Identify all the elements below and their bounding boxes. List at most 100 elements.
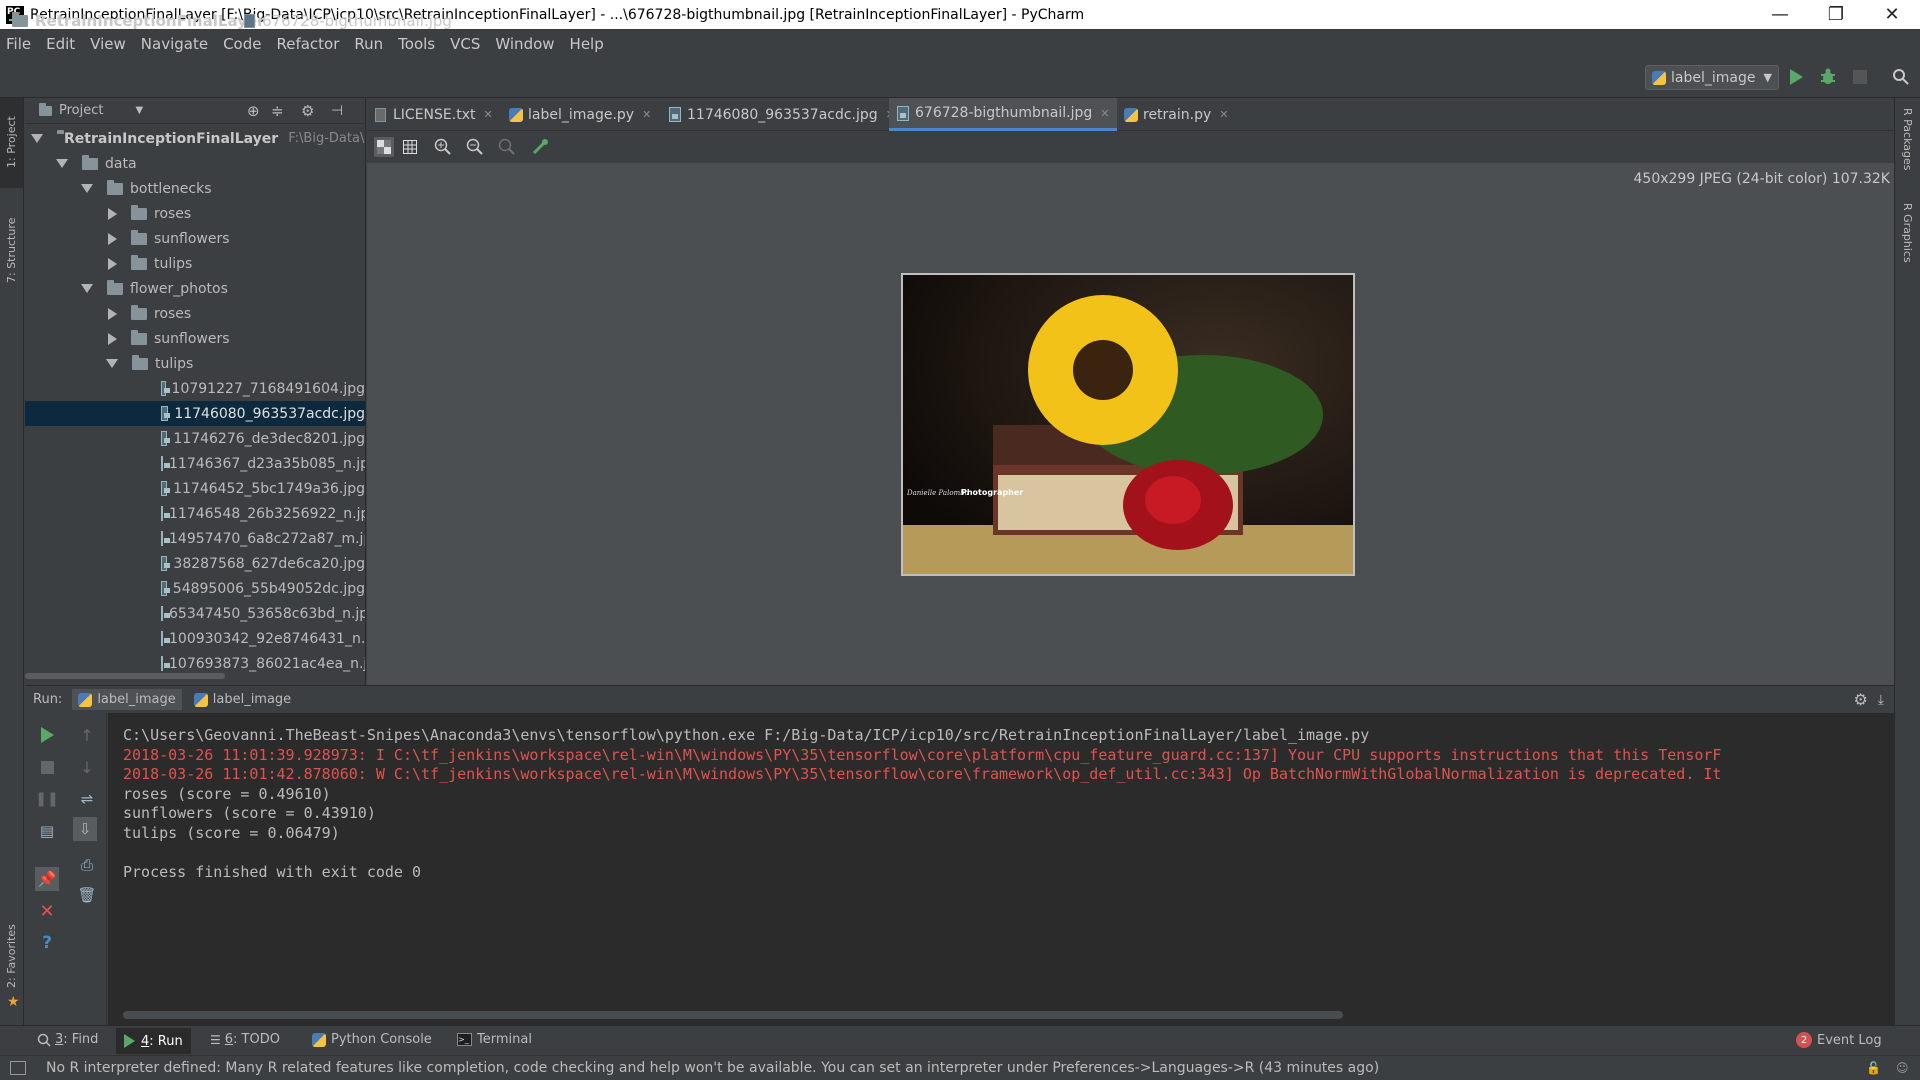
stop-button[interactable]: [1849, 66, 1871, 88]
tree-folder[interactable]: roses: [25, 201, 365, 226]
favorites-tool-tab[interactable]: 2: Favorites: [5, 924, 18, 988]
expand-arrow-icon[interactable]: [108, 257, 117, 270]
collapse-all-icon[interactable]: ≑: [271, 102, 284, 120]
stop-run-button[interactable]: [35, 755, 59, 779]
tree-file[interactable]: 14957470_6a8c272a87_m.jp: [25, 526, 365, 551]
event-log-tool-tab[interactable]: 2 Event Log: [1796, 1032, 1882, 1048]
collapse-arrow-icon[interactable]: [81, 184, 93, 193]
run-button[interactable]: [1785, 66, 1807, 88]
close-tab-icon[interactable]: ✕: [483, 108, 492, 121]
hide-icon[interactable]: ⤓: [1878, 692, 1884, 708]
menu-vcs[interactable]: VCS: [450, 35, 480, 53]
hide-panel-icon[interactable]: ⊣: [331, 103, 343, 119]
tree-file[interactable]: 11746548_26b3256922_n.jp: [25, 501, 365, 526]
tab-label-image[interactable]: label_image.py ✕: [509, 98, 651, 131]
collapse-arrow-icon[interactable]: [81, 284, 93, 293]
menu-file[interactable]: File: [6, 35, 31, 53]
gear-icon[interactable]: ⚙: [301, 102, 314, 120]
run-tool-tab[interactable]: 4: Run: [116, 1028, 191, 1054]
pin-tab-button[interactable]: 📌: [35, 867, 59, 891]
expand-arrow-icon[interactable]: [108, 207, 117, 220]
tree-root[interactable]: RetrainInceptionFinalLayer F:\Big-Data\I: [25, 126, 365, 151]
tree-file[interactable]: 11746276_de3dec8201.jpg: [25, 426, 365, 451]
tree-folder[interactable]: roses: [25, 301, 365, 326]
close-tab-icon[interactable]: ✕: [1100, 107, 1109, 120]
horizontal-scrollbar[interactable]: [25, 673, 225, 679]
tree-folder[interactable]: bottlenecks: [25, 176, 365, 201]
color-picker-button[interactable]: [530, 137, 550, 157]
tab-retrain[interactable]: retrain.py ✕: [1124, 98, 1229, 131]
menu-code[interactable]: Code: [223, 35, 261, 53]
console-horizontal-scrollbar[interactable]: [123, 1011, 1343, 1019]
clear-all-button[interactable]: 🗑: [75, 883, 99, 907]
project-tool-tab[interactable]: 1: Project: [5, 116, 18, 168]
locate-icon[interactable]: ⊕: [247, 102, 260, 120]
inspector-icon[interactable]: ☺: [1896, 1061, 1909, 1075]
menu-window[interactable]: Window: [495, 35, 554, 53]
tree-file[interactable]: 11746452_5bc1749a36.jpg: [25, 476, 365, 501]
grid-toggle[interactable]: [400, 137, 420, 157]
soft-wrap-button[interactable]: ⇌: [75, 787, 99, 811]
rerun-button[interactable]: [35, 723, 59, 747]
terminal-tool-tab[interactable]: >_ Terminal: [457, 1032, 532, 1047]
tree-folder[interactable]: sunflowers: [25, 226, 365, 251]
project-view-select[interactable]: Project: [59, 103, 103, 118]
menu-tools[interactable]: Tools: [398, 35, 435, 53]
scroll-to-end-button[interactable]: ⇩: [73, 817, 97, 841]
find-tool-tab[interactable]: 3: Find: [37, 1032, 98, 1047]
menu-edit[interactable]: Edit: [46, 35, 75, 53]
expand-arrow-icon[interactable]: [108, 307, 117, 320]
structure-tool-tab[interactable]: 7: Structure: [5, 218, 18, 283]
tree-file[interactable]: 65347450_53658c63bd_n.jp: [25, 601, 365, 626]
python-console-tool-tab[interactable]: Python Console: [312, 1032, 432, 1047]
gear-icon[interactable]: ⚙: [1853, 690, 1867, 709]
r-packages-tab[interactable]: R Packages: [1901, 108, 1914, 170]
lock-icon[interactable]: 🔓: [1866, 1061, 1881, 1075]
tree-file[interactable]: 100930342_92e8746431_n.jp: [25, 626, 365, 651]
tree-file[interactable]: 10791227_7168491604.jpg: [25, 376, 365, 401]
zoom-in-button[interactable]: [433, 137, 453, 157]
print-button[interactable]: ⎙: [75, 853, 99, 877]
chevron-down-icon[interactable]: ▼: [135, 105, 143, 116]
tree-file[interactable]: 38287568_627de6ca20.jpg: [25, 551, 365, 576]
menu-view[interactable]: View: [90, 35, 126, 53]
run-tab-1[interactable]: label_image: [72, 689, 182, 710]
tree-file[interactable]: 54895006_55b49052dc.jpg: [25, 576, 365, 601]
menu-refactor[interactable]: Refactor: [276, 35, 339, 53]
run-console-output[interactable]: C:\Users\Geovanni.TheBeast-Snipes\Anacon…: [108, 713, 1894, 1025]
close-tab-icon[interactable]: ✕: [642, 108, 651, 121]
tree-folder[interactable]: flower_photos: [25, 276, 365, 301]
expand-arrow-icon[interactable]: [108, 232, 117, 245]
run-configuration-select[interactable]: label_image ▼: [1645, 65, 1779, 90]
actual-size-button[interactable]: [497, 137, 517, 157]
close-tab-icon[interactable]: ✕: [1219, 108, 1228, 121]
tree-file[interactable]: 11746367_d23a35b085_n.jp: [25, 451, 365, 476]
collapse-arrow-icon[interactable]: [56, 159, 68, 168]
expand-arrow-icon[interactable]: [108, 332, 117, 345]
close-run-button[interactable]: ✕: [35, 899, 59, 923]
tree-folder[interactable]: data: [25, 151, 365, 176]
minimize-button[interactable]: —: [1752, 0, 1808, 29]
zoom-out-button[interactable]: [465, 137, 485, 157]
todo-tool-tab[interactable]: ☰ 6: TODO: [210, 1032, 280, 1047]
tab-11746080[interactable]: 11746080_963537acdc.jpg✕: [669, 98, 895, 131]
breadcrumb-project[interactable]: RetrainInceptionFinalLayer: [12, 12, 265, 30]
tool-window-toggle-icon[interactable]: [10, 1061, 26, 1075]
help-button[interactable]: ?: [35, 931, 59, 955]
menu-run[interactable]: Run: [354, 35, 383, 53]
up-stack-button[interactable]: ↑: [75, 723, 99, 747]
chessboard-toggle[interactable]: [374, 137, 394, 157]
run-tab-2[interactable]: label_image: [193, 692, 291, 707]
down-stack-button[interactable]: ↓: [75, 755, 99, 779]
debug-button[interactable]: [1817, 66, 1839, 88]
dump-threads-button[interactable]: ▤: [35, 819, 59, 843]
close-button[interactable]: ✕: [1864, 0, 1920, 29]
restore-button[interactable]: ❐: [1808, 0, 1864, 29]
pause-button[interactable]: ❚❚: [35, 787, 59, 811]
menu-navigate[interactable]: Navigate: [141, 35, 208, 53]
collapse-arrow-icon[interactable]: [106, 359, 118, 368]
tab-676728-bigthumbnail[interactable]: 676728-bigthumbnail.jpg ✕: [889, 98, 1118, 131]
expand-arrow-icon[interactable]: [31, 134, 43, 143]
breadcrumb-file[interactable]: 676728-bigthumbnail.jpg: [244, 12, 452, 30]
status-message[interactable]: No R interpreter defined: Many R related…: [46, 1060, 1379, 1076]
